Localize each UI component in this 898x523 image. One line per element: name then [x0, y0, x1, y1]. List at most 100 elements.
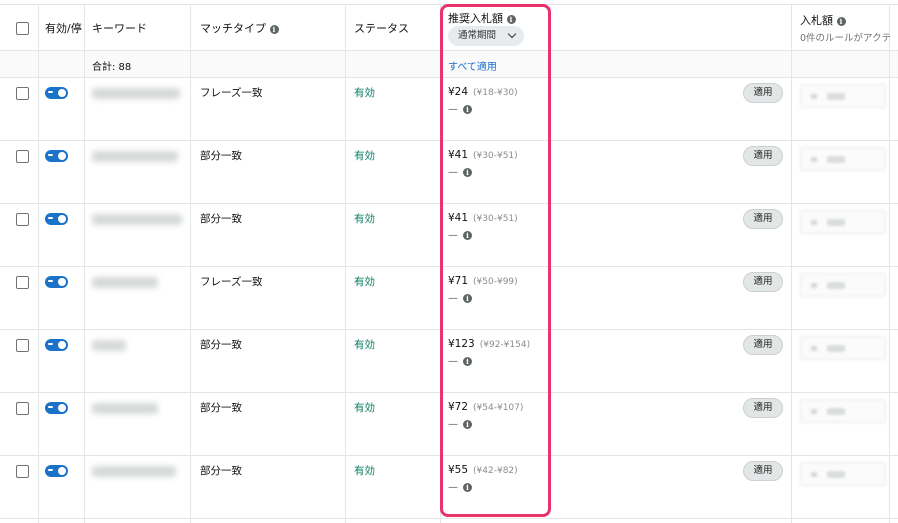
status-text: 有効	[354, 339, 375, 351]
enable-toggle[interactable]	[45, 339, 68, 351]
enable-toggle[interactable]	[45, 402, 68, 414]
bid-input[interactable]	[800, 210, 886, 234]
bid-input[interactable]	[800, 336, 886, 360]
info-icon[interactable]: i	[463, 356, 472, 366]
bid-detail: — i	[448, 482, 472, 493]
bid-detail: — i	[448, 104, 472, 115]
divider	[0, 4, 898, 5]
enable-toggle[interactable]	[45, 150, 68, 162]
suggested-bid-range: (¥50-¥99)	[473, 277, 518, 287]
suggested-bid: ¥71 (¥50-¥99)	[448, 275, 518, 287]
row-checkbox[interactable]	[16, 402, 29, 415]
info-icon[interactable]: i	[463, 419, 472, 429]
bid-input[interactable]	[800, 399, 886, 423]
info-icon[interactable]: i	[463, 167, 472, 177]
suggested-bid-range: (¥42-¥82)	[473, 466, 518, 476]
info-icon[interactable]: i	[836, 16, 846, 26]
suggested-bid-value: ¥71	[448, 275, 469, 287]
bid-input[interactable]	[800, 84, 886, 108]
suggested-bid: ¥41 (¥30-¥51)	[448, 212, 518, 224]
suggested-bid: ¥123 (¥92-¥154)	[448, 338, 530, 350]
status-text: 有効	[354, 276, 375, 288]
match-type: 部分一致	[200, 402, 242, 414]
row-checkbox[interactable]	[16, 276, 29, 289]
bid-detail-value: —	[448, 293, 458, 304]
apply-button[interactable]: 適用	[743, 209, 783, 229]
enable-toggle[interactable]	[45, 276, 68, 288]
keyword-text	[92, 403, 158, 414]
header-match-type[interactable]: マッチタイプ i	[200, 20, 279, 36]
match-type: 部分一致	[200, 339, 242, 351]
suggested-bid: ¥24 (¥18-¥30)	[448, 86, 518, 98]
divider	[0, 392, 898, 393]
header-match-type-label: マッチタイプ	[200, 22, 266, 35]
suggested-bid: ¥72 (¥54-¥107)	[448, 401, 523, 413]
enable-toggle[interactable]	[45, 87, 68, 99]
header-enabled[interactable]: 有効/停	[45, 20, 82, 36]
bid-detail-value: —	[448, 104, 458, 115]
period-dropdown[interactable]: 通常期間	[448, 26, 524, 46]
match-type: 部分一致	[200, 465, 242, 477]
bid-input[interactable]	[800, 462, 886, 486]
row-checkbox[interactable]	[16, 465, 29, 478]
row-checkbox[interactable]	[16, 87, 29, 100]
info-icon[interactable]: i	[506, 14, 516, 24]
header-suggested-bid-label: 推奨入札額	[448, 12, 503, 25]
apply-button[interactable]: 適用	[743, 146, 783, 166]
divider	[0, 77, 898, 78]
info-icon[interactable]: i	[463, 230, 472, 240]
keyword-total: 合計: 88	[92, 62, 132, 73]
bid-detail-value: —	[448, 419, 458, 430]
keyword-text	[92, 214, 182, 225]
enable-toggle[interactable]	[45, 213, 68, 225]
apply-button[interactable]: 適用	[743, 335, 783, 355]
bid-detail: — i	[448, 419, 472, 430]
divider	[0, 50, 898, 51]
apply-all-link[interactable]: すべて適用	[448, 58, 497, 73]
bid-detail-value: —	[448, 482, 458, 493]
match-type: フレーズ一致	[200, 87, 263, 99]
suggested-bid-range: (¥30-¥51)	[473, 214, 518, 224]
bid-rules-note: 0件のルールがアクテ	[800, 33, 892, 44]
info-icon[interactable]: i	[269, 24, 279, 34]
column-divider	[84, 4, 85, 523]
suggested-bid-value: ¥55	[448, 464, 469, 476]
chevron-down-icon	[507, 29, 517, 39]
info-icon[interactable]: i	[463, 293, 472, 303]
bid-detail-value: —	[448, 167, 458, 178]
row-checkbox[interactable]	[16, 150, 29, 163]
header-bid[interactable]: 入札額 i	[800, 12, 846, 28]
header-suggested-bid[interactable]: 推奨入札額 i	[448, 10, 516, 26]
apply-button[interactable]: 適用	[743, 83, 783, 103]
suggested-bid-value: ¥72	[448, 401, 469, 413]
suggested-bid: ¥41 (¥30-¥51)	[448, 149, 518, 161]
row-checkbox[interactable]	[16, 213, 29, 226]
divider	[0, 329, 898, 330]
suggested-bid-value: ¥41	[448, 212, 469, 224]
bid-detail: — i	[448, 230, 472, 241]
apply-button[interactable]: 適用	[743, 461, 783, 481]
info-icon[interactable]: i	[463, 482, 472, 492]
suggested-bid-range: (¥54-¥107)	[473, 403, 524, 413]
header-keyword[interactable]: キーワード	[92, 20, 147, 36]
bid-detail: — i	[448, 293, 472, 304]
suggested-bid-value: ¥24	[448, 86, 469, 98]
header-status[interactable]: ステータス	[354, 20, 409, 36]
apply-button[interactable]: 適用	[743, 398, 783, 418]
bid-input[interactable]	[800, 273, 886, 297]
divider	[0, 203, 898, 204]
status-text: 有効	[354, 402, 375, 414]
apply-button[interactable]: 適用	[743, 272, 783, 292]
column-divider	[889, 4, 890, 523]
keyword-text	[92, 151, 178, 162]
suggested-bid-value: ¥41	[448, 149, 469, 161]
keyword-text	[92, 88, 180, 99]
select-all-checkbox[interactable]	[16, 22, 29, 35]
match-type: フレーズ一致	[200, 276, 263, 288]
enable-toggle[interactable]	[45, 465, 68, 477]
match-type: 部分一致	[200, 150, 242, 162]
info-icon[interactable]: i	[463, 104, 472, 114]
bid-input[interactable]	[800, 147, 886, 171]
row-checkbox[interactable]	[16, 339, 29, 352]
divider	[0, 518, 898, 519]
